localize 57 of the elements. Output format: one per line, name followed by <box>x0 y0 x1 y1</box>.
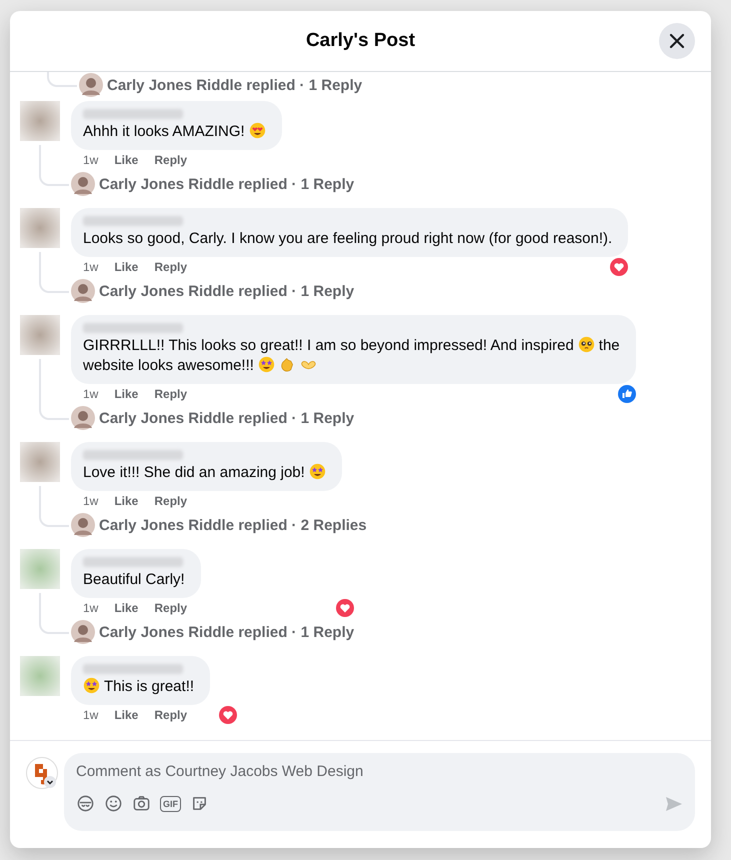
heart-reaction-icon[interactable] <box>336 599 354 617</box>
comment-text: website looks awesome!!! <box>83 357 254 374</box>
star-eyes-emoji-icon <box>308 463 326 480</box>
like-link[interactable]: Like <box>114 494 138 508</box>
heart-reaction-icon[interactable] <box>219 706 238 724</box>
reply-link[interactable]: Reply <box>154 708 188 722</box>
like-link[interactable]: Like <box>114 601 138 615</box>
camera-icon[interactable] <box>132 794 151 813</box>
reply-link[interactable]: Reply <box>154 153 188 167</box>
star-eyes-emoji-icon <box>83 677 100 694</box>
replies-link[interactable]: Carly Jones Riddle replied · 1 Reply <box>99 176 354 192</box>
comment-field[interactable]: Comment as Courtney Jacobs Web Design GIF <box>64 753 695 831</box>
emoji-icon[interactable] <box>104 794 123 813</box>
like-link[interactable]: Like <box>114 153 138 167</box>
comment-age: 1w <box>83 153 98 167</box>
like-link[interactable]: Like <box>114 260 138 274</box>
avatar[interactable] <box>71 620 95 644</box>
comment-age: 1w <box>83 387 98 401</box>
comment-text: GIRRRLLL!! This looks so great!! I am so beyond impressed! And inspired <box>83 337 574 354</box>
reply-link[interactable]: Reply <box>154 387 188 401</box>
reply-link[interactable]: Reply <box>154 494 188 508</box>
star-eyes-emoji-icon <box>258 356 275 373</box>
avatar[interactable] <box>71 513 95 537</box>
thumbs-up-reaction-icon[interactable] <box>618 385 636 403</box>
heart-reaction-icon[interactable] <box>610 258 628 276</box>
avatar[interactable] <box>79 73 103 97</box>
replies-link[interactable]: Carly Jones Riddle replied · 1 Reply <box>99 624 354 640</box>
dialog-title: Carly's Post <box>306 30 416 52</box>
reply-link[interactable]: Reply <box>154 601 188 615</box>
comment-text: Looks so good, Carly. I know you are feeling proud right now (for good reason!). <box>83 230 612 247</box>
avatar[interactable] <box>71 279 95 303</box>
replies-link[interactable]: Carly Jones Riddle replied · 1 Reply <box>107 76 362 94</box>
reply-link[interactable]: Reply <box>154 260 188 274</box>
heart-eyes-emoji-icon <box>248 122 266 139</box>
comment-text: Ahhh it looks AMAZING! <box>83 123 245 140</box>
avatar[interactable] <box>71 406 95 430</box>
pleading-emoji-icon <box>578 336 595 353</box>
gif-button[interactable]: GIF <box>160 796 181 812</box>
comment-age: 1w <box>83 708 98 722</box>
comment-text: This is great!! <box>104 678 194 695</box>
comment-text: the <box>598 337 620 354</box>
comment-age: 1w <box>83 494 98 508</box>
sticker-icon[interactable] <box>190 794 209 813</box>
close-button[interactable] <box>659 23 695 59</box>
replies-link[interactable]: Carly Jones Riddle replied · 1 Reply <box>99 410 354 426</box>
logo-avatar[interactable] <box>26 757 58 789</box>
avatar-sticker-icon[interactable] <box>76 794 95 813</box>
comment-text: Love it!!! She did an amazing job! <box>83 464 305 481</box>
close-icon <box>669 33 685 49</box>
replies-link[interactable]: Carly Jones Riddle replied · 1 Reply <box>99 282 354 300</box>
like-link[interactable]: Like <box>114 387 138 401</box>
replies-link[interactable]: Carly Jones Riddle replied · 2 Replies <box>99 516 367 534</box>
comment-age: 1w <box>83 260 98 274</box>
avatar[interactable] <box>71 172 95 196</box>
like-link[interactable]: Like <box>114 708 138 722</box>
comment-age: 1w <box>83 601 98 615</box>
comment-text: Beautiful Carly! <box>83 571 185 588</box>
